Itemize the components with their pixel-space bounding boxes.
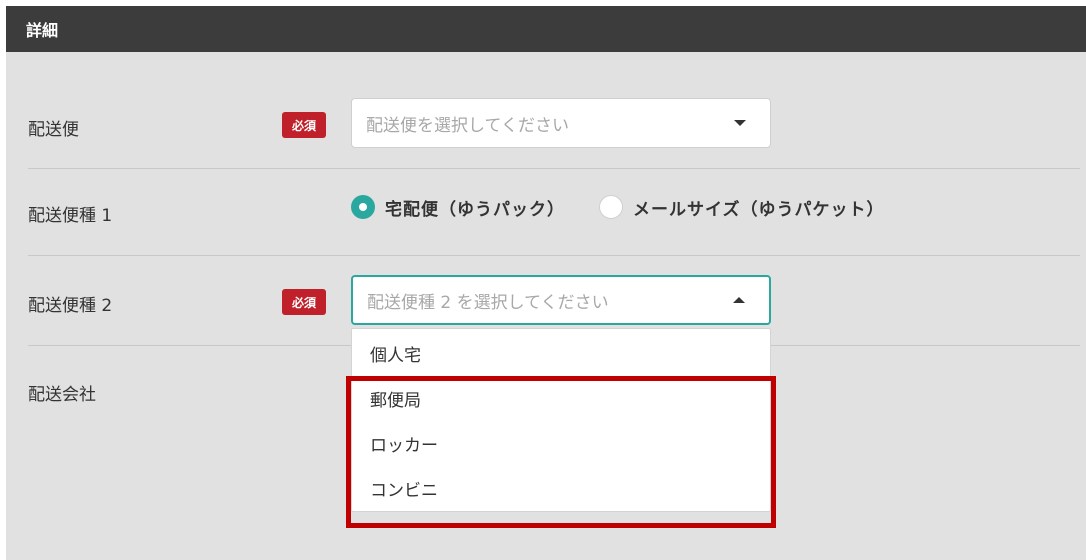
company-label: 配送会社: [28, 385, 96, 405]
radio-option-takuhaibin[interactable]: 宅配便（ゆうパック）: [351, 195, 565, 220]
type1-label: 配送便種 1: [28, 206, 113, 226]
required-badge: 必須: [282, 112, 326, 138]
highlight-annotation: [346, 376, 776, 528]
panel-title: 詳細: [6, 6, 1086, 52]
row-divider: [28, 168, 1080, 169]
carrier-select-placeholder: 配送便を選択してください: [366, 115, 569, 136]
chevron-up-icon: [733, 297, 745, 303]
chevron-down-icon: [734, 120, 746, 126]
carrier-label: 配送便: [28, 120, 79, 140]
type2-label: 配送便種 2: [28, 296, 113, 316]
radio-option-label: 宅配便（ゆうパック）: [385, 199, 565, 220]
required-badge: 必須: [282, 289, 326, 315]
row-divider: [28, 255, 1080, 256]
radio-option-mail-size[interactable]: メールサイズ（ゆうパケット）: [599, 195, 885, 220]
dropdown-item-personal[interactable]: 個人宅: [352, 331, 770, 376]
type2-select[interactable]: 配送便種 2 を選択してください: [351, 275, 771, 325]
radio-option-label: メールサイズ（ゆうパケット）: [633, 199, 885, 220]
type1-radio-group: 宅配便（ゆうパック） メールサイズ（ゆうパケット）: [351, 192, 919, 222]
type2-select-placeholder: 配送便種 2 を選択してください: [367, 292, 609, 313]
carrier-select[interactable]: 配送便を選択してください: [351, 98, 771, 148]
radio-unchecked-icon[interactable]: [599, 195, 623, 219]
radio-checked-icon[interactable]: [351, 195, 375, 219]
